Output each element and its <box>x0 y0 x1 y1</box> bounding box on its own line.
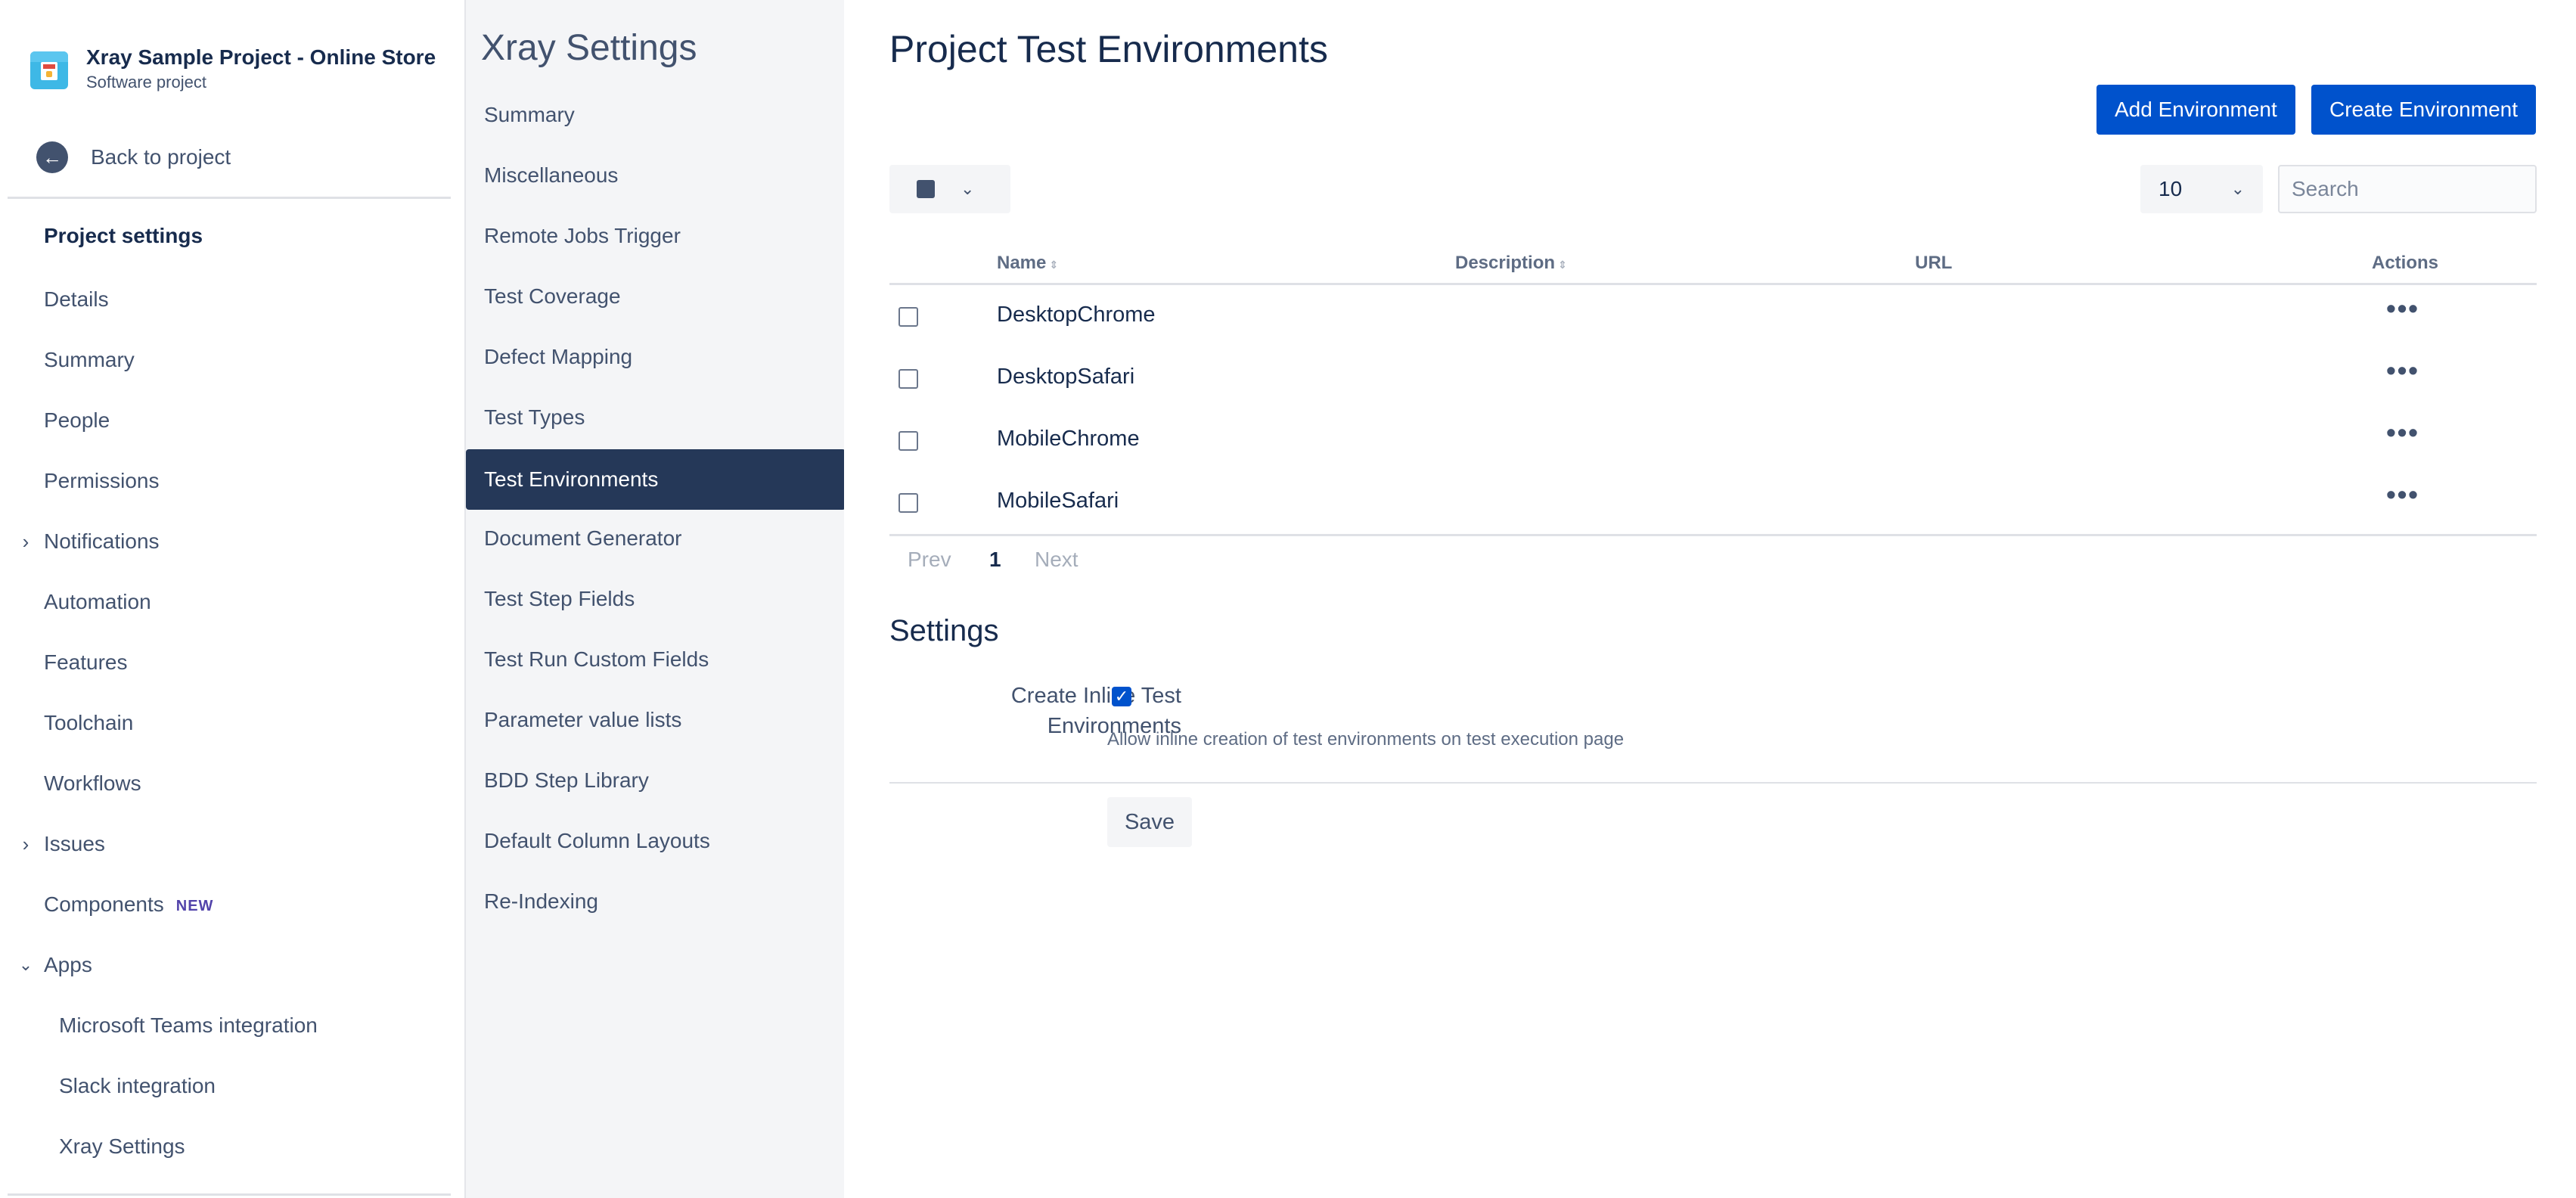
xray-nav-test-environments[interactable]: Test Environments <box>466 449 846 510</box>
more-actions-icon[interactable]: ••• <box>2379 295 2426 328</box>
xray-nav-test-types[interactable]: Test Types <box>466 387 846 448</box>
table-row: MobileChrome ••• <box>889 411 2537 473</box>
sidebar-item-slack[interactable]: Slack integration <box>59 1071 216 1101</box>
more-actions-icon[interactable]: ••• <box>2379 481 2426 514</box>
xray-nav-document-generator[interactable]: Document Generator <box>466 508 846 569</box>
sidebar-item-notifications[interactable]: Notifications <box>44 526 160 557</box>
checkbox-square-icon <box>917 180 935 198</box>
sidebar-heading: Project settings <box>44 224 203 247</box>
xray-nav-test-coverage[interactable]: Test Coverage <box>466 266 846 327</box>
table-footer-divider <box>889 534 2537 536</box>
environment-name: MobileSafari <box>997 489 1119 513</box>
inline-environments-description: Allow inline creation of test environmen… <box>1107 729 1625 750</box>
table-row: MobileSafari ••• <box>889 473 2537 535</box>
column-header-name[interactable]: Name ⇕ <box>997 253 1058 274</box>
environment-name: DesktopSafari <box>997 365 1135 389</box>
settings-section-title: Settings <box>889 614 999 647</box>
sidebar-item-issues[interactable]: Issues <box>44 829 105 859</box>
xray-nav-test-step-fields[interactable]: Test Step Fields <box>466 569 846 629</box>
xray-nav-summary[interactable]: Summary <box>466 85 846 145</box>
environment-name: DesktopChrome <box>997 303 1156 327</box>
sidebar-item-summary[interactable]: Summary <box>44 345 135 375</box>
more-actions-icon[interactable]: ••• <box>2379 419 2426 452</box>
sidebar-divider <box>8 197 451 199</box>
row-checkbox[interactable] <box>898 369 918 389</box>
sidebar-item-features[interactable]: Features <box>44 647 128 678</box>
table-header-divider <box>889 283 2537 285</box>
xray-nav-miscellaneous[interactable]: Miscellaneous <box>466 145 846 206</box>
pagination-next[interactable]: Next <box>1035 548 1079 572</box>
sidebar-item-workflows[interactable]: Workflows <box>44 768 141 799</box>
project-name: Xray Sample Project - Online Store <box>86 45 436 69</box>
arrow-left-circle-icon: ← <box>36 141 68 173</box>
inline-environments-checkbox[interactable]: ✓ <box>1112 687 1131 706</box>
xray-nav-re-indexing[interactable]: Re-Indexing <box>466 871 846 932</box>
xray-nav-parameter-value-lists[interactable]: Parameter value lists <box>466 690 846 750</box>
xray-nav-defect-mapping[interactable]: Defect Mapping <box>466 327 846 387</box>
xray-nav-test-run-custom-fields[interactable]: Test Run Custom Fields <box>466 629 846 690</box>
sidebar-item-people[interactable]: People <box>44 405 110 436</box>
sidebar-item-components-label: Components <box>44 892 164 916</box>
project-avatar-icon <box>30 51 68 89</box>
create-environment-button[interactable]: Create Environment <box>2311 85 2537 135</box>
chevron-down-icon: ⌄ <box>2230 179 2245 198</box>
page-size-value: 10 <box>2159 177 2183 200</box>
sidebar-item-apps[interactable]: Apps <box>44 950 92 980</box>
sidebar-item-microsoft-teams[interactable]: Microsoft Teams integration <box>59 1010 318 1041</box>
new-badge: NEW <box>175 897 214 914</box>
project-sidebar: Xray Sample Project - Online Store Softw… <box>0 0 463 1198</box>
row-checkbox[interactable] <box>898 493 918 513</box>
add-environment-button[interactable]: Add Environment <box>2096 85 2295 135</box>
sort-icon: ⇕ <box>1049 259 1059 271</box>
chevron-down-icon[interactable]: ⌄ <box>18 950 33 980</box>
project-type: Software project <box>86 73 206 92</box>
sidebar-divider <box>8 1193 451 1196</box>
column-header-actions: Actions <box>2372 253 2439 273</box>
page-title: Project Test Environments <box>889 28 1328 70</box>
row-checkbox[interactable] <box>898 307 918 327</box>
xray-nav-default-column-layouts[interactable]: Default Column Layouts <box>466 811 846 871</box>
back-to-project-link[interactable]: ← Back to project <box>36 141 430 174</box>
table-row: DesktopChrome ••• <box>889 287 2537 349</box>
search-input[interactable] <box>2278 165 2537 213</box>
sidebar-item-xray-settings[interactable]: Xray Settings <box>59 1131 185 1162</box>
chevron-right-icon[interactable]: › <box>18 829 33 859</box>
xray-nav-bdd-step-library[interactable]: BDD Step Library <box>466 750 846 811</box>
more-actions-icon[interactable]: ••• <box>2379 357 2426 390</box>
sidebar-item-components[interactable]: Components NEW <box>44 889 213 920</box>
sidebar-item-toolchain[interactable]: Toolchain <box>44 708 133 738</box>
xray-settings-nav: Xray Settings Summary Miscellaneous Remo… <box>464 0 846 1198</box>
save-button[interactable]: Save <box>1107 797 1192 847</box>
sidebar-item-automation[interactable]: Automation <box>44 587 151 617</box>
xray-nav-remote-jobs-trigger[interactable]: Remote Jobs Trigger <box>466 206 846 266</box>
settings-divider <box>889 782 2537 784</box>
chevron-right-icon[interactable]: › <box>18 526 33 557</box>
back-to-project-label: Back to project <box>91 145 231 169</box>
column-header-url: URL <box>1915 253 1953 273</box>
sidebar-item-details[interactable]: Details <box>44 284 109 315</box>
project-header[interactable]: Xray Sample Project - Online Store Softw… <box>30 45 454 98</box>
pagination-prev[interactable]: Prev <box>908 548 951 572</box>
environment-name: MobileChrome <box>997 427 1140 451</box>
bulk-select-dropdown[interactable]: ⌄ <box>889 165 1010 213</box>
pagination-current-page[interactable]: 1 <box>989 548 1001 572</box>
xray-settings-title: Xray Settings <box>481 28 697 68</box>
table-row: DesktopSafari ••• <box>889 349 2537 411</box>
sort-icon: ⇕ <box>1558 259 1567 271</box>
page-size-select[interactable]: 10 ⌄ <box>2140 165 2263 213</box>
chevron-down-icon: ⌄ <box>961 179 975 198</box>
sidebar-item-permissions[interactable]: Permissions <box>44 466 159 496</box>
main-content: Project Test Environments Add Environmen… <box>844 0 2576 1198</box>
row-checkbox[interactable] <box>898 431 918 451</box>
column-header-description[interactable]: Description ⇕ <box>1455 253 1567 274</box>
